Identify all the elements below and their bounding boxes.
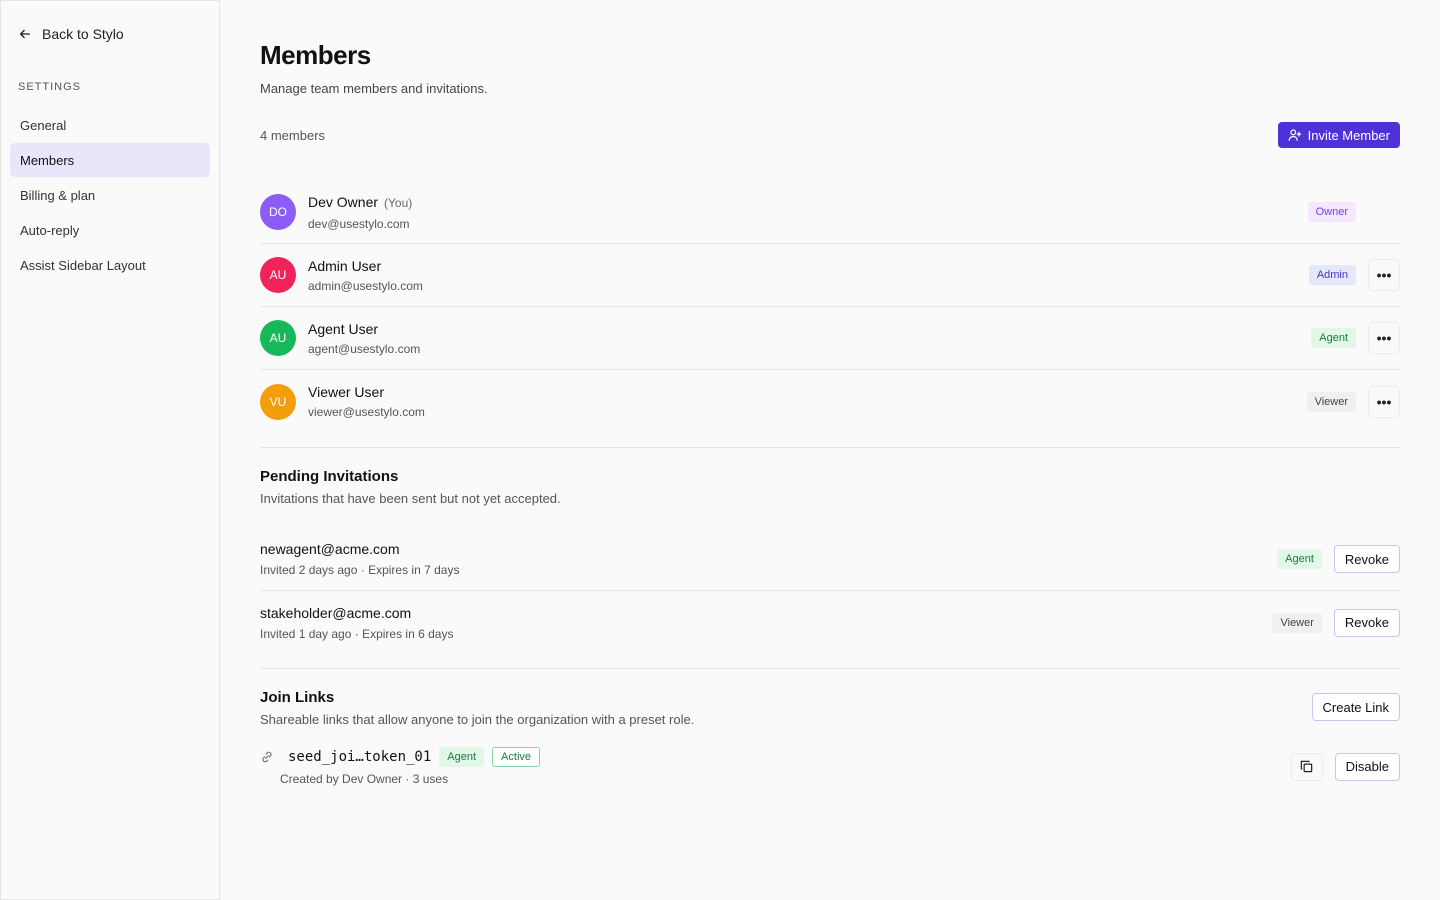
- members-header: 4 members Invite Member: [260, 122, 1400, 148]
- sidebar-item-general[interactable]: General: [10, 108, 210, 142]
- join-link-meta: Created by Dev Owner · 3 uses: [280, 772, 449, 786]
- avatar: DO: [260, 194, 296, 230]
- member-row: AU Admin User admin@usestylo.com Admin •…: [260, 244, 1400, 307]
- member-name: Agent User: [308, 320, 379, 337]
- invitation-email: newagent@acme.com: [260, 541, 400, 557]
- more-horizontal-icon: •••: [1376, 330, 1392, 346]
- sidebar-item-auto-reply[interactable]: Auto-reply: [10, 213, 210, 247]
- avatar: AU: [260, 257, 296, 293]
- invitation-meta: Invited 1 day ago · Expires in 6 days: [260, 626, 454, 641]
- member-email: agent@usestylo.com: [308, 341, 421, 356]
- pending-invitations-title: Pending Invitations: [260, 468, 399, 485]
- join-link-token: seed_joi…token_01: [288, 749, 432, 765]
- join-links-description: Shareable links that allow anyone to joi…: [260, 712, 695, 727]
- sidebar-item-billing[interactable]: Billing & plan: [10, 178, 210, 212]
- invitation-row: newagent@acme.com Invited 2 days ago · E…: [260, 528, 1400, 591]
- invite-member-label: Invite Member: [1307, 127, 1390, 143]
- sidebar-item-assist-sidebar-layout[interactable]: Assist Sidebar Layout: [10, 248, 210, 282]
- member-email: dev@usestylo.com: [308, 216, 410, 231]
- invitation-email: stakeholder@acme.com: [260, 604, 412, 621]
- back-link-label: Back to Stylo: [42, 26, 124, 42]
- join-link-row: seed_joi…token_01 Agent Active Created b…: [260, 747, 1400, 786]
- member-count: 4 members: [260, 127, 326, 143]
- copy-link-button[interactable]: [1290, 752, 1323, 781]
- user-plus-icon: [1288, 129, 1301, 141]
- copy-icon: [1300, 760, 1313, 773]
- sidebar-section-label: SETTINGS: [18, 81, 82, 93]
- role-badge: Owner: [1307, 202, 1356, 222]
- avatar: AU: [260, 320, 296, 356]
- member-row: VU Viewer User viewer@usestylo.com Viewe…: [260, 370, 1400, 433]
- invite-member-button[interactable]: Invite Member: [1277, 122, 1400, 148]
- join-links-section: Join Links Shareable links that allow an…: [260, 669, 1400, 786]
- sidebar-item-members[interactable]: Members: [10, 143, 210, 177]
- pending-invitations-section: Pending Invitations Invitations that hav…: [260, 448, 1400, 654]
- back-to-stylo-link[interactable]: Back to Stylo: [10, 23, 210, 45]
- role-badge: Viewer: [1272, 612, 1322, 633]
- page-title: Members: [260, 40, 371, 70]
- member-actions-button[interactable]: •••: [1368, 259, 1400, 291]
- revoke-button[interactable]: Revoke: [1333, 545, 1400, 573]
- revoke-button[interactable]: Revoke: [1333, 608, 1400, 637]
- member-email: admin@usestylo.com: [308, 278, 423, 293]
- member-row: DO Dev Owner (You) dev@usestylo.com Owner: [260, 181, 1400, 244]
- member-row: AU Agent User agent@usestylo.com Agent •…: [260, 307, 1400, 370]
- create-link-button[interactable]: Create Link: [1311, 693, 1400, 721]
- disable-link-button[interactable]: Disable: [1334, 752, 1400, 781]
- settings-nav: General Members Billing & plan Auto-repl…: [10, 108, 210, 282]
- member-list: DO Dev Owner (You) dev@usestylo.com Owner…: [260, 181, 1400, 433]
- member-name: Admin User: [308, 257, 382, 274]
- you-indicator: (You): [384, 195, 413, 210]
- role-badge: Agent: [1277, 549, 1322, 569]
- settings-sidebar: Back to Stylo SETTINGS General Members B…: [0, 0, 220, 900]
- link-icon: [262, 751, 272, 763]
- role-badge: Agent: [439, 747, 485, 767]
- member-actions-button[interactable]: •••: [1368, 385, 1400, 418]
- pending-invitations-description: Invitations that have been sent but not …: [260, 491, 561, 506]
- members-page: Members Manage team members and invitati…: [220, 0, 1440, 900]
- member-email: viewer@usestylo.com: [308, 405, 425, 419]
- role-badge: Viewer: [1306, 391, 1356, 412]
- avatar: VU: [260, 383, 296, 420]
- page-subtitle: Manage team members and invitations.: [260, 81, 488, 96]
- member-actions-button[interactable]: •••: [1368, 322, 1400, 354]
- arrow-left-icon: [19, 29, 31, 39]
- role-badge: Agent: [1311, 328, 1356, 348]
- status-badge: Active: [492, 747, 541, 767]
- role-badge: Admin: [1308, 265, 1356, 285]
- more-horizontal-icon: •••: [1376, 267, 1392, 283]
- more-horizontal-icon: •••: [1376, 393, 1392, 410]
- invitation-list: newagent@acme.com Invited 2 days ago · E…: [260, 528, 1400, 654]
- invitation-row: stakeholder@acme.com Invited 1 day ago ·…: [260, 591, 1400, 654]
- member-name: Dev Owner: [308, 193, 379, 210]
- invitation-meta: Invited 2 days ago · Expires in 7 days: [260, 563, 460, 577]
- join-links-title: Join Links: [260, 689, 335, 706]
- member-name: Viewer User: [308, 384, 384, 400]
